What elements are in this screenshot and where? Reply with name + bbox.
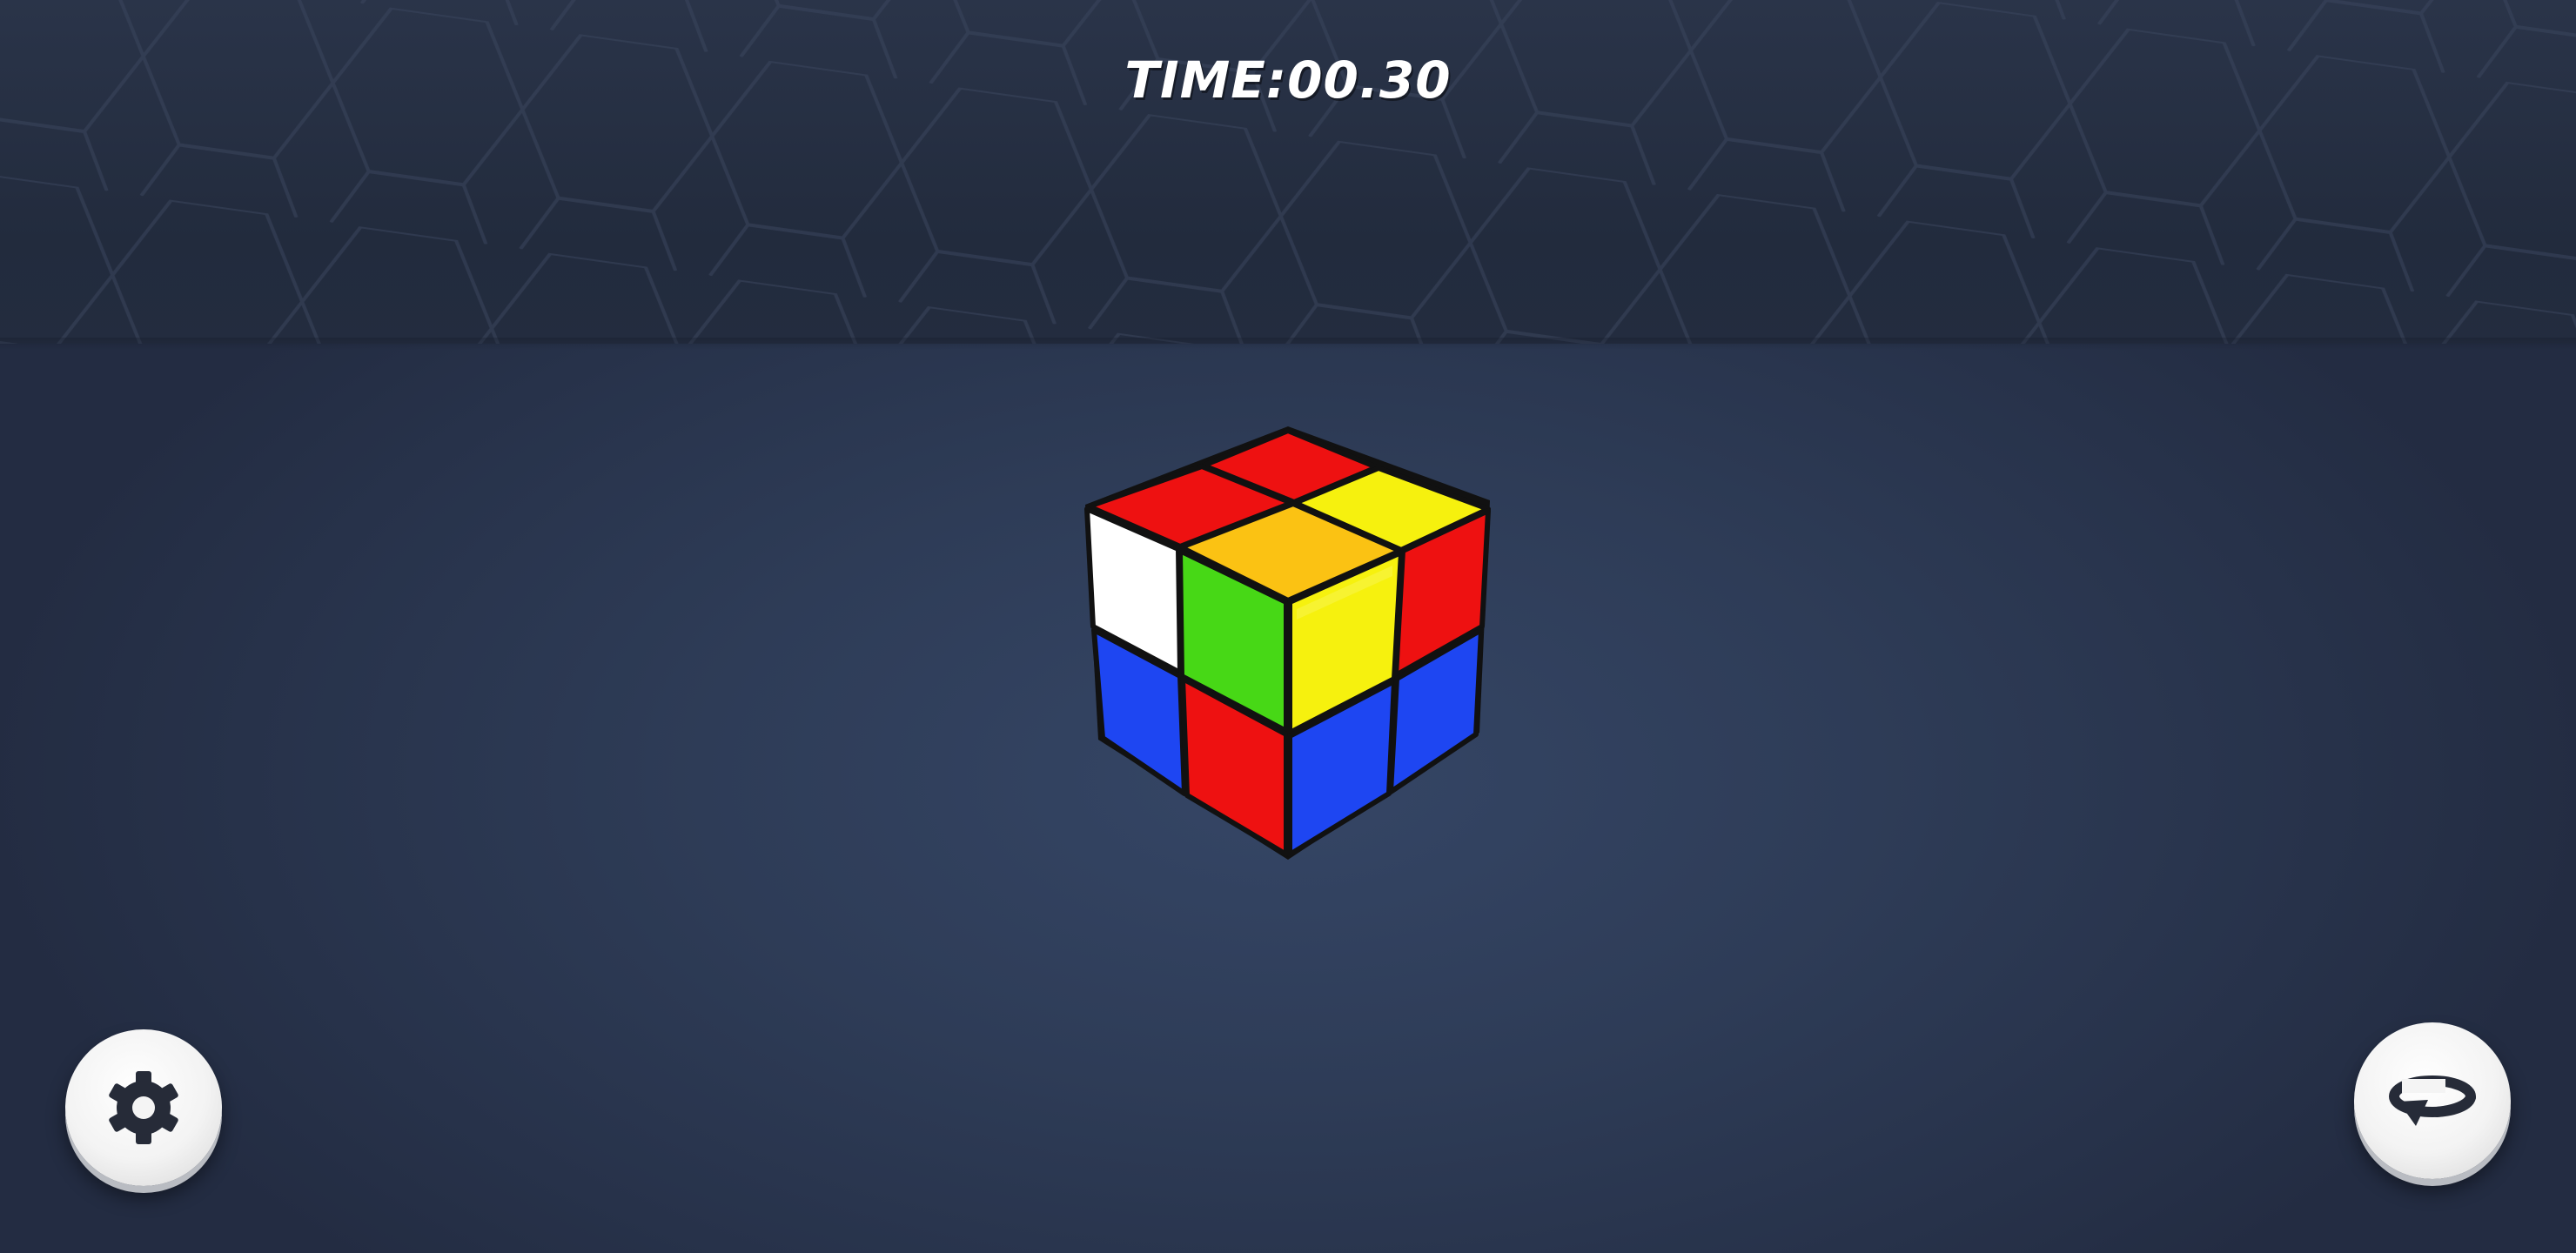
settings-button[interactable] <box>65 1029 222 1186</box>
rotate-view-button[interactable] <box>2354 1022 2511 1179</box>
cube-drawing[interactable] <box>1070 418 1506 870</box>
wall-floor-edge <box>0 338 2576 350</box>
puzzle-cube[interactable] <box>1070 418 1506 870</box>
time-display: TIME:00.30 <box>0 50 2576 110</box>
time-label: TIME: <box>1124 50 1288 110</box>
time-value: 00.30 <box>1287 50 1452 110</box>
rotate-view-icon <box>2389 1075 2476 1126</box>
gear-icon <box>109 1071 178 1144</box>
